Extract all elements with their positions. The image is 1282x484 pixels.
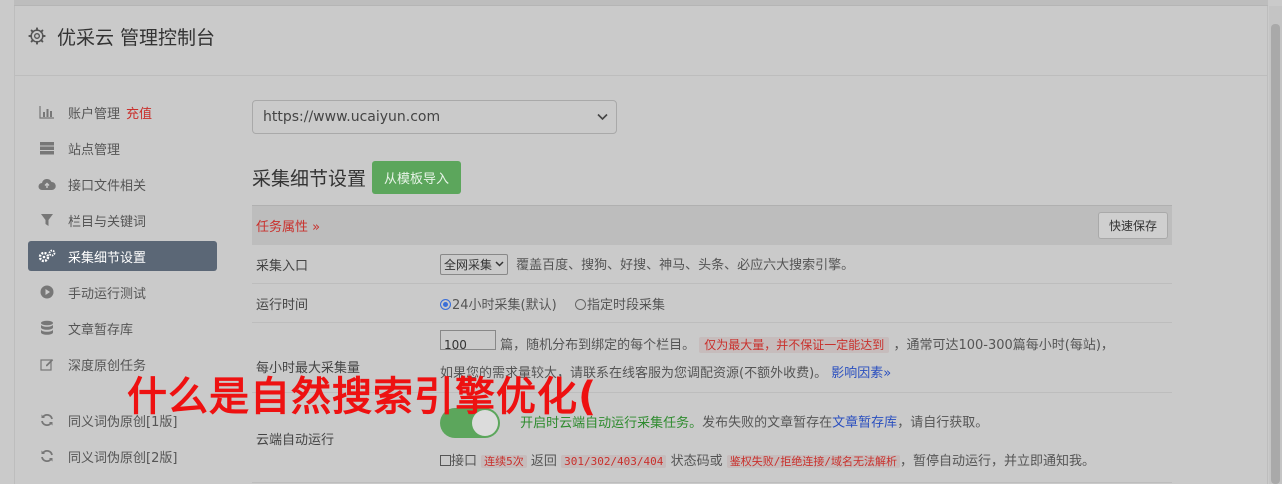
task-properties-toggle[interactable]: 任务属性 » xyxy=(256,216,320,235)
notify-mid1: 返回 xyxy=(530,454,557,469)
cloud-desc-b: ，请自行获取。 xyxy=(897,415,989,431)
import-from-template-button[interactable]: 从模板导入 xyxy=(372,161,462,194)
recharge-link[interactable]: 充值 xyxy=(126,103,152,122)
warn-consecutive: 连续5次 xyxy=(481,455,527,468)
quick-save-button[interactable]: 快速保存 xyxy=(1097,212,1168,239)
page-header: 优采云 管理控制台 xyxy=(14,6,1268,76)
row-entry: 采集入口 全网采集 覆盖百度、搜狗、好搜、神马、头条、必应六大搜索引擎。 xyxy=(252,245,1172,284)
chevron-down-icon xyxy=(495,261,504,267)
filter-icon xyxy=(38,212,56,228)
sidebar-item-label: 接口文件相关 xyxy=(68,178,147,194)
section-title: 采集细节设置 xyxy=(252,168,367,190)
vertical-scrollbar[interactable] xyxy=(1269,6,1282,484)
cloud-upload-icon xyxy=(38,176,56,192)
gears-icon xyxy=(38,248,56,264)
edit-icon xyxy=(38,356,56,372)
refresh-icon xyxy=(38,448,56,464)
notify-checkbox[interactable] xyxy=(440,455,451,466)
sidebar-item-sites[interactable]: 站点管理 xyxy=(28,133,217,163)
row-label: 采集入口 xyxy=(256,258,309,274)
row-label: 运行时间 xyxy=(256,297,309,313)
sidebar-item-label: 站点管理 xyxy=(68,142,121,158)
sidebar-item-interface[interactable]: 接口文件相关 xyxy=(28,169,217,199)
chevron-down-icon xyxy=(597,111,608,124)
notify-mid2: 状态码或 xyxy=(670,454,723,469)
bar-chart-icon xyxy=(38,104,56,120)
sidebar-item-account[interactable]: 账户管理 充值 xyxy=(28,97,217,127)
radio-timeslot[interactable] xyxy=(574,298,586,310)
max-per-hour-input[interactable]: 100 xyxy=(440,329,496,352)
sidebar-item-label: 同义词伪原创[2版] xyxy=(68,450,178,466)
warn-auth-fail: 鉴权失败/拒绝连接/域名无法解析 xyxy=(726,455,900,468)
sidebar-item-collection-settings[interactable]: 采集细节设置 xyxy=(28,241,217,271)
scrollbar-thumb[interactable] xyxy=(1271,24,1280,484)
task-properties-header: 任务属性 » 快速保存 xyxy=(252,205,1172,245)
radio-timeslot-label: 指定时段采集 xyxy=(586,297,665,313)
database-icon xyxy=(38,320,56,336)
sidebar-item-label: 账户管理 xyxy=(68,106,121,122)
sidebar-item-label: 手动运行测试 xyxy=(68,286,147,302)
section-header: 采集细节设置 从模板导入 xyxy=(252,161,1172,194)
site-select-value: https://www.ucaiyun.com xyxy=(263,109,441,125)
site-select[interactable]: https://www.ucaiyun.com xyxy=(252,100,617,134)
overlay-watermark-text: 什么是自然搜索引擎优化( xyxy=(127,374,598,420)
gear-icon xyxy=(28,27,46,45)
sidebar-item-label: 采集细节设置 xyxy=(68,250,147,266)
status-codes: 301/302/403/404 xyxy=(561,455,667,468)
row-value: 全网采集 覆盖百度、搜狗、好搜、神马、头条、必应六大搜索引擎。 xyxy=(440,253,1172,275)
entry-select[interactable]: 全网采集 xyxy=(440,253,509,275)
play-circle-icon xyxy=(38,284,56,300)
max-tail: ，通常可达100-300篇每小时(每站)， xyxy=(893,337,1114,353)
entry-select-value: 全网采集 xyxy=(444,257,493,272)
sidebar-item-article-storage[interactable]: 文章暂存库 xyxy=(28,313,217,343)
sidebar-item-label: 文章暂存库 xyxy=(68,322,134,338)
row-runtime: 运行时间 24小时采集(默认) 指定时段采集 xyxy=(252,284,1172,323)
page-title: 优采云 管理控制台 xyxy=(57,27,216,49)
radio-24h[interactable] xyxy=(440,298,451,310)
sidebar-item-manual-test[interactable]: 手动运行测试 xyxy=(28,277,217,307)
server-icon xyxy=(38,140,56,156)
row-value: 24小时采集(默认) 指定时段采集 xyxy=(440,294,1172,313)
sidebar-item-columns-keywords[interactable]: 栏目与关键词 xyxy=(28,205,217,235)
max-unit-text: 篇，随机分布到绑定的每个栏目。 xyxy=(500,337,696,353)
cloud-desc-a: 发布失败的文章暂存在 xyxy=(702,415,833,431)
sidebar-item-label: 栏目与关键词 xyxy=(68,214,147,230)
refresh-icon xyxy=(38,412,56,428)
radio-24h-label: 24小时采集(默认) xyxy=(452,297,557,313)
article-storage-link[interactable]: 文章暂存库 xyxy=(832,416,897,431)
notify-tail: ，暂停自动运行，并立即通知我。 xyxy=(899,454,1095,469)
main-content: https://www.ucaiyun.com 采集细节设置 从模板导入 任务属… xyxy=(252,100,1172,483)
entry-description: 覆盖百度、搜狗、好搜、神马、头条、必应六大搜索引擎。 xyxy=(516,257,855,273)
influence-factors-link[interactable]: 影响因素» xyxy=(831,366,891,381)
sidebar-item-synonym-v2[interactable]: 同义词伪原创[2版] xyxy=(28,441,217,471)
max-warning: 仅为最大量，并不保证一定能达到 xyxy=(699,336,890,353)
notify-cb-label: 接口 xyxy=(451,454,478,469)
